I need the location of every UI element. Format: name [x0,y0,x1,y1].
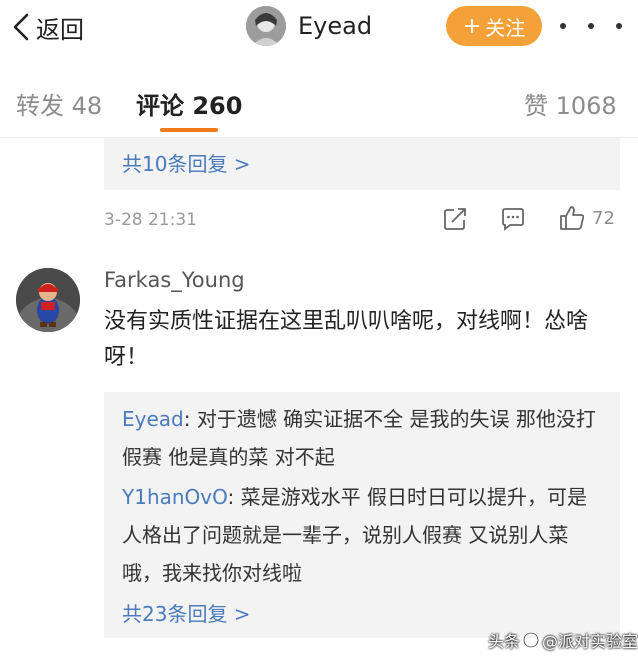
tab-repost[interactable]: 转发 48 [16,86,102,121]
reply-author[interactable]: Eyead [122,407,184,431]
reply-button[interactable] [500,206,526,232]
active-tab-indicator [160,128,218,132]
avatar[interactable] [16,268,80,332]
avatar[interactable] [246,6,286,46]
comment-icon [502,208,524,231]
reply-item: Y1hanOvO: 菜是游戏水平 假日时日可以提升，可是人格出了问题就是一辈子，… [122,478,606,592]
comment-text: 没有实质性证据在这里乱叭叭啥呢，对线啊！怂啥呀！ [104,309,589,370]
profile-header[interactable]: Eyead [246,6,372,46]
reply-preview-box: 共10条回复 > [104,138,620,190]
watermark: 头条 @派对实验室 [488,628,638,652]
watermark-text: @派对实验室 [542,632,638,651]
thumbs-up-icon [560,206,585,230]
follow-button[interactable]: + 关注 [446,6,542,46]
tab-comments[interactable]: 评论 260 [136,86,242,121]
plus-icon: + [462,13,482,39]
comment-feed[interactable]: 共10条回复 > 3-28 21:31 72 Farkas_Young 没有实质… [0,138,638,659]
comment-username[interactable]: Farkas_Young [104,268,245,292]
chevron-left-icon [13,13,29,41]
dot [588,23,594,29]
reply-author[interactable]: Y1hanOvO [122,485,228,509]
tab-likes[interactable]: 赞 1068 [524,86,617,121]
tab-bar: 转发 48 评论 260 赞 1068 [0,64,638,138]
reply-text: : 对于遗憾 确实证据不全 是我的失误 那他没打假赛 他是真的菜 对不起 [122,407,596,469]
back-button[interactable]: 返回 [10,8,84,46]
watermark-logo-icon [523,632,540,648]
like-count: 72 [592,207,615,229]
share-button[interactable] [442,206,468,232]
profile-name[interactable]: Eyead [298,12,372,40]
follow-label: 关注 [485,15,526,40]
like-button[interactable]: 72 [558,204,615,232]
dot [616,23,622,29]
reply-item: Eyead: 对于遗憾 确实证据不全 是我的失误 那他没打假赛 他是真的菜 对不… [122,400,606,476]
more-replies-link[interactable]: 共23条回复 > [122,598,251,627]
more-replies-link[interactable]: 共10条回复 > [122,148,251,177]
share-icon [444,208,466,230]
reply-box: Eyead: 对于遗憾 确实证据不全 是我的失误 那他没打假赛 他是真的菜 对不… [104,392,620,638]
comment-time: 3-28 21:31 [104,210,197,230]
watermark-prefix: 头条 [488,632,521,651]
back-label: 返回 [36,15,84,44]
more-dots-icon[interactable] [560,14,622,38]
comment-meta-row: 3-28 21:31 72 [104,204,620,238]
dot [560,23,566,29]
top-nav-bar: 返回 Eyead + 关注 [0,0,638,56]
